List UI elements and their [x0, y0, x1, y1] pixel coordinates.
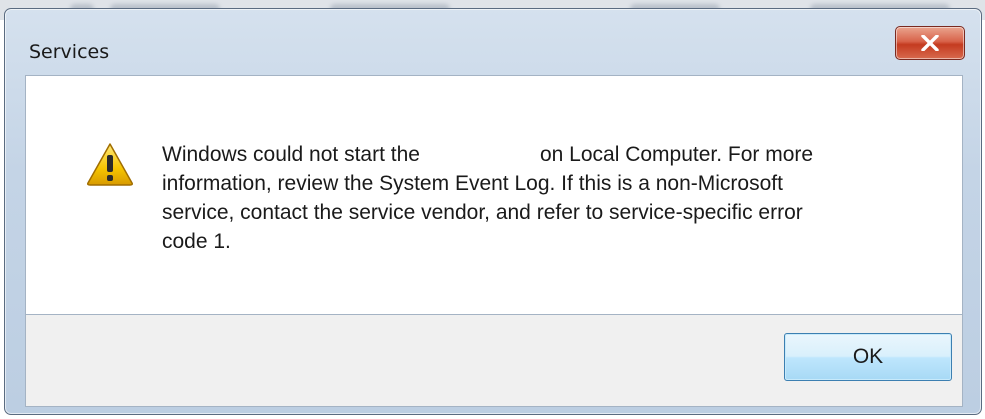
title-bar[interactable]: Services: [5, 9, 981, 75]
window-title: Services: [29, 41, 110, 63]
message-line-3: service, contact the service vendor, and…: [162, 201, 803, 224]
error-message: Windows could not start the on Local Comp…: [162, 140, 922, 256]
message-area: Windows could not start the on Local Comp…: [25, 75, 963, 315]
message-line-1-end: on Local Computer. For more: [539, 143, 814, 166]
button-area: OK: [25, 315, 963, 407]
ok-button[interactable]: OK: [784, 333, 952, 381]
message-line-1: Windows could not start the on Local Comp…: [162, 140, 922, 169]
warning-icon: [86, 142, 134, 186]
message-line-4: code 1.: [162, 230, 231, 253]
message-line-2: information, review the System Event Log…: [162, 172, 783, 195]
services-dialog: Services Windows could not start the on …: [4, 8, 982, 415]
message-line-1-start: Windows could not start the: [162, 143, 420, 166]
close-icon: [921, 35, 939, 51]
close-button[interactable]: [895, 26, 965, 60]
